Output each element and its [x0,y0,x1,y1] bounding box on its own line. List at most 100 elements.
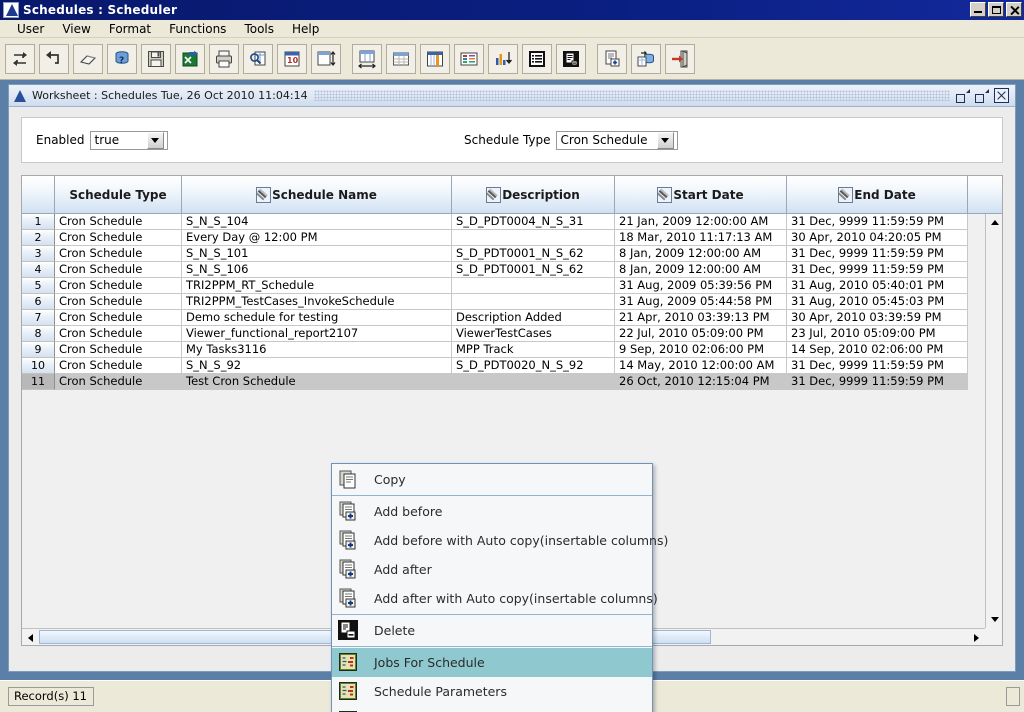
context-menu-item[interactable]: Delete [332,616,652,645]
table-cell[interactable]: Cron Schedule [55,230,182,246]
freeze-columns-icon[interactable] [420,43,450,74]
chevron-down-icon[interactable] [656,131,674,149]
context-menu-item[interactable]: Jobs For Schedule [332,648,652,677]
table-cell[interactable]: 31 Dec, 9999 11:59:59 PM [787,214,968,230]
table-row[interactable]: 6 Cron Schedule TRI2PPM_TestCases_InvokeSc… [22,294,985,310]
table-row[interactable]: 9 Cron Schedule My Tasks3116 MPP Track 9 Sep… [22,342,985,358]
schedule-type-dropdown[interactable]: Cron Schedule [555,130,678,150]
row-number[interactable]: 7 [22,310,55,326]
table-cell[interactable]: S_N_S_106 [182,262,452,278]
worksheet-close-button[interactable] [994,88,1009,103]
undo-icon[interactable] [39,43,69,74]
table-cell[interactable] [452,294,615,310]
sort-chart-icon[interactable] [488,43,518,74]
table-cell[interactable]: S_D_PDT0004_N_S_31 [452,214,615,230]
scroll-right-arrow-icon[interactable] [969,630,984,645]
context-menu-item[interactable]: Add after [332,555,652,584]
row-number[interactable]: 1 [22,214,55,230]
table-row[interactable]: 8 Cron Schedule Viewer_functional_report21… [22,326,985,342]
table-cell[interactable]: 31 Aug, 2010 05:40:01 PM [787,278,968,294]
table-cell[interactable]: Every Day @ 12:00 PM [182,230,452,246]
table-cell[interactable]: 18 Mar, 2010 11:17:13 AM [615,230,787,246]
column-header-start-date[interactable]: Start Date [615,176,787,213]
column-width-icon[interactable] [352,43,382,74]
minimize-button[interactable] [970,2,986,17]
table-cell[interactable]: S_D_PDT0001_N_S_62 [452,246,615,262]
table-row[interactable]: 10 Cron Schedule S_N_S_92 S_D_PDT0020_N_S_9… [22,358,985,374]
row-number[interactable]: 11 [22,374,55,390]
find-table-icon[interactable] [243,43,273,74]
table-cell[interactable]: S_N_S_104 [182,214,452,230]
maximize-button[interactable] [988,2,1004,17]
table-cell[interactable]: 22 Jul, 2010 05:09:00 PM [615,326,787,342]
table-cell[interactable]: 31 Aug, 2009 05:44:58 PM [615,294,787,310]
column-header-end-date[interactable]: End Date [787,176,968,213]
worksheet-minimize-button[interactable] [975,88,989,103]
add-record-icon[interactable] [597,43,627,74]
table-cell[interactable]: S_D_PDT0020_N_S_92 [452,358,615,374]
table-row[interactable]: 11 Cron Schedule Test Cron Schedule 26 Oct,… [22,374,985,390]
table-cell[interactable]: Cron Schedule [55,374,182,390]
menu-user[interactable]: User [8,21,53,37]
menu-format[interactable]: Format [100,21,160,37]
worksheet-drag-grip[interactable] [313,90,950,101]
table-cell[interactable]: Cron Schedule [55,294,182,310]
table-cell[interactable]: 21 Jan, 2009 12:00:00 AM [615,214,787,230]
row-number[interactable]: 8 [22,326,55,342]
table-cell[interactable]: S_D_PDT0001_N_S_62 [452,262,615,278]
row-height-icon[interactable] [311,43,341,74]
column-header-schedule-type[interactable]: Schedule Type [55,176,182,213]
print-icon[interactable] [209,43,239,74]
export-excel-icon[interactable] [175,43,205,74]
table-cell[interactable]: 14 Sep, 2010 02:06:00 PM [787,342,968,358]
context-menu-item[interactable]: Copy [332,465,652,494]
context-menu-item[interactable]: Add before with Auto copy(insertable col… [332,526,668,555]
table-cell[interactable]: 31 Aug, 2010 05:45:03 PM [787,294,968,310]
context-menu-item[interactable]: Schedule Parameters [332,677,652,706]
table-cell[interactable] [452,278,615,294]
grid-icon[interactable] [386,43,416,74]
context-menu-item[interactable]: Add after with Auto copy(insertable colu… [332,584,658,613]
row-number[interactable]: 9 [22,342,55,358]
table-cell[interactable]: 31 Dec, 9999 11:59:59 PM [787,246,968,262]
table-cell[interactable]: S_N_S_101 [182,246,452,262]
table-cell[interactable]: 14 May, 2010 12:00:00 AM [615,358,787,374]
table-cell[interactable]: S_N_S_92 [182,358,452,374]
row-number[interactable]: 10 [22,358,55,374]
table-cell[interactable]: Cron Schedule [55,342,182,358]
scroll-down-arrow-icon[interactable] [987,612,1002,627]
column-header-schedule-name[interactable]: Schedule Name [182,176,452,213]
table-cell[interactable]: MPP Track [452,342,615,358]
table-cell[interactable]: Cron Schedule [55,326,182,342]
table-row[interactable]: 4 Cron Schedule S_N_S_106 S_D_PDT0001_N_S_6… [22,262,985,278]
query-database-icon[interactable]: ? [107,43,137,74]
menu-help[interactable]: Help [283,21,328,37]
context-menu-item[interactable]: Add before [332,497,652,526]
table-cell[interactable]: Cron Schedule [55,358,182,374]
table-cell[interactable]: 9 Sep, 2010 02:06:00 PM [615,342,787,358]
grid-vertical-scrollbar[interactable] [985,214,1002,628]
enabled-dropdown[interactable]: true [89,130,168,150]
save-icon[interactable] [141,43,171,74]
row-number[interactable]: 4 [22,262,55,278]
table-row[interactable]: 5 Cron Schedule TRI2PPM_RT_Schedule 31 Aug,… [22,278,985,294]
table-cell[interactable] [452,374,615,390]
row-number[interactable]: 2 [22,230,55,246]
detail-remove-icon[interactable] [556,43,586,74]
table-cell[interactable]: 26 Oct, 2010 12:15:04 PM [615,374,787,390]
table-cell[interactable]: ViewerTestCases [452,326,615,342]
table-cell[interactable]: Demo schedule for testing [182,310,452,326]
table-cell[interactable]: 30 Apr, 2010 03:39:59 PM [787,310,968,326]
list-view-icon[interactable] [522,43,552,74]
refresh-icon[interactable] [5,43,35,74]
table-cell[interactable]: Cron Schedule [55,310,182,326]
table-cell[interactable]: Cron Schedule [55,278,182,294]
table-cell[interactable]: 31 Dec, 9999 11:59:59 PM [787,374,968,390]
table-cell[interactable]: 30 Apr, 2010 04:20:05 PM [787,230,968,246]
table-cell[interactable]: 8 Jan, 2009 12:00:00 AM [615,262,787,278]
table-cell[interactable]: Test Cron Schedule [182,374,452,390]
table-row[interactable]: 3 Cron Schedule S_N_S_101 S_D_PDT0001_N_S_6… [22,246,985,262]
table-cell[interactable]: Cron Schedule [55,262,182,278]
grid-corner-cell[interactable] [22,176,55,213]
chart-legend-icon[interactable] [454,43,484,74]
